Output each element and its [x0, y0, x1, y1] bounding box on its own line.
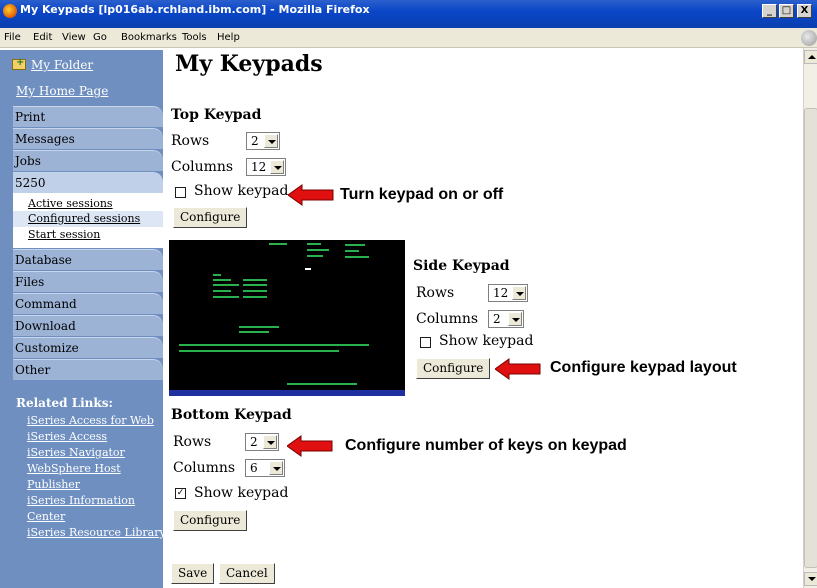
menu-bar: File Edit View Go Bookmarks Tools Help: [0, 28, 817, 48]
terminal-screen-art: [179, 243, 369, 385]
link-iseries-access[interactable]: iSeries Access: [27, 430, 107, 443]
bottom-keypad-title: Bottom Keypad: [171, 407, 292, 423]
nav-5250[interactable]: 5250: [13, 172, 163, 193]
cancel-button[interactable]: Cancel: [219, 563, 275, 584]
maximize-button[interactable]: □: [779, 4, 794, 18]
side-show-keypad-label: Show keypad: [439, 333, 534, 349]
scroll-down-button[interactable]: [804, 572, 817, 586]
scroll-up-button[interactable]: [804, 50, 817, 64]
nav-start-session[interactable]: Start session: [28, 228, 100, 241]
menu-go[interactable]: Go: [93, 32, 107, 43]
link-iseries-navigator[interactable]: iSeries Navigator: [27, 446, 125, 459]
top-show-keypad-label: Show keypad: [194, 183, 289, 199]
scroll-thumb[interactable]: [804, 108, 817, 568]
top-columns-select[interactable]: 12: [246, 158, 286, 176]
callout-arrow-turn: [288, 184, 334, 206]
callout-turn-keypad: Turn keypad on or off: [340, 186, 504, 203]
nav-active-sessions[interactable]: Active sessions: [28, 197, 113, 210]
window-titlebar: My Keypads [lp016ab.rchland.ibm.com] - M…: [0, 0, 817, 28]
nav-messages[interactable]: Messages: [13, 128, 163, 149]
bottom-show-keypad-label: Show keypad: [194, 485, 289, 501]
top-rows-select[interactable]: 2: [246, 132, 280, 150]
my-home-page-link[interactable]: My Home Page: [16, 84, 108, 98]
menu-tools[interactable]: Tools: [182, 32, 207, 43]
chevron-down-icon: [263, 435, 277, 449]
throbber-icon: [801, 30, 817, 46]
side-show-keypad-checkbox[interactable]: [420, 337, 431, 348]
window-title: My Keypads [lp016ab.rchland.ibm.com] - M…: [20, 3, 370, 16]
nav-customize[interactable]: Customize: [13, 337, 163, 358]
folder-icon: [12, 57, 26, 70]
menu-help[interactable]: Help: [217, 32, 240, 43]
callout-arrow-layout: [495, 358, 541, 380]
terminal-preview-image: [169, 240, 405, 396]
side-columns-select[interactable]: 2: [488, 310, 524, 328]
nav-command[interactable]: Command: [13, 293, 163, 314]
nav-print[interactable]: Print: [13, 106, 163, 127]
menu-view[interactable]: View: [62, 32, 86, 43]
link-center[interactable]: Center: [27, 510, 65, 523]
menu-bookmarks[interactable]: Bookmarks: [121, 32, 177, 43]
related-links-title: Related Links:: [16, 396, 113, 410]
top-rows-label: Rows: [171, 133, 210, 149]
chevron-down-icon: [508, 312, 522, 326]
nav-other[interactable]: Other: [13, 359, 163, 380]
side-rows-label: Rows: [416, 285, 455, 301]
nav-jobs[interactable]: Jobs: [13, 150, 163, 171]
bottom-columns-select[interactable]: 6: [245, 459, 285, 477]
top-columns-value: 12: [251, 160, 267, 174]
nav-files[interactable]: Files: [13, 271, 163, 292]
chevron-down-icon: [512, 286, 526, 300]
link-iseries-resource-library[interactable]: iSeries Resource Library: [27, 526, 166, 539]
bottom-columns-label: Columns: [173, 460, 236, 476]
side-configure-button[interactable]: Configure: [416, 358, 491, 379]
menu-edit[interactable]: Edit: [33, 32, 52, 43]
vertical-scrollbar[interactable]: [803, 48, 817, 588]
side-columns-value: 2: [493, 312, 501, 326]
top-columns-label: Columns: [171, 159, 234, 175]
nav-5250-subitems: Active sessions Configured sessions Star…: [13, 193, 163, 248]
top-rows-value: 2: [251, 134, 259, 148]
nav-download[interactable]: Download: [13, 315, 163, 336]
bottom-rows-value: 2: [250, 435, 258, 449]
bottom-columns-value: 6: [250, 461, 258, 475]
callout-configure-layout: Configure keypad layout: [550, 359, 737, 376]
link-publisher[interactable]: Publisher: [27, 478, 80, 491]
minimize-button[interactable]: _: [762, 4, 777, 18]
side-rows-value: 12: [493, 286, 509, 300]
nav-configured-sessions[interactable]: Configured sessions: [28, 212, 140, 225]
page-title: My Keypads: [175, 51, 323, 77]
close-button[interactable]: X: [797, 4, 812, 18]
menu-file[interactable]: File: [4, 32, 21, 43]
callout-configure-keys: Configure number of keys on keypad: [345, 437, 627, 454]
side-rows-select[interactable]: 12: [488, 284, 528, 302]
my-folder-link[interactable]: My Folder: [31, 58, 93, 72]
terminal-status-bar: [169, 390, 405, 396]
firefox-icon: [3, 4, 17, 18]
nav-database[interactable]: Database: [13, 249, 163, 270]
side-keypad-title: Side Keypad: [413, 258, 510, 274]
link-iseries-access-for-web[interactable]: iSeries Access for Web: [27, 414, 154, 427]
bottom-configure-button[interactable]: Configure: [173, 510, 248, 531]
bottom-rows-select[interactable]: 2: [245, 433, 279, 451]
chevron-down-icon: [264, 134, 278, 148]
callout-arrow-keys: [287, 435, 333, 457]
side-columns-label: Columns: [416, 311, 479, 327]
save-button[interactable]: Save: [171, 563, 215, 584]
top-show-keypad-checkbox[interactable]: [175, 187, 186, 198]
bottom-rows-label: Rows: [173, 434, 212, 450]
top-keypad-title: Top Keypad: [171, 107, 262, 123]
chevron-down-icon: [269, 461, 283, 475]
link-iseries-information[interactable]: iSeries Information: [27, 494, 135, 507]
link-websphere-host[interactable]: WebSphere Host: [27, 462, 121, 475]
top-configure-button[interactable]: Configure: [173, 207, 248, 228]
sidebar: My Folder My Home Page Print Messages Jo…: [0, 50, 166, 588]
chevron-down-icon: [270, 160, 284, 174]
bottom-show-keypad-checkbox[interactable]: ✓: [175, 488, 186, 499]
